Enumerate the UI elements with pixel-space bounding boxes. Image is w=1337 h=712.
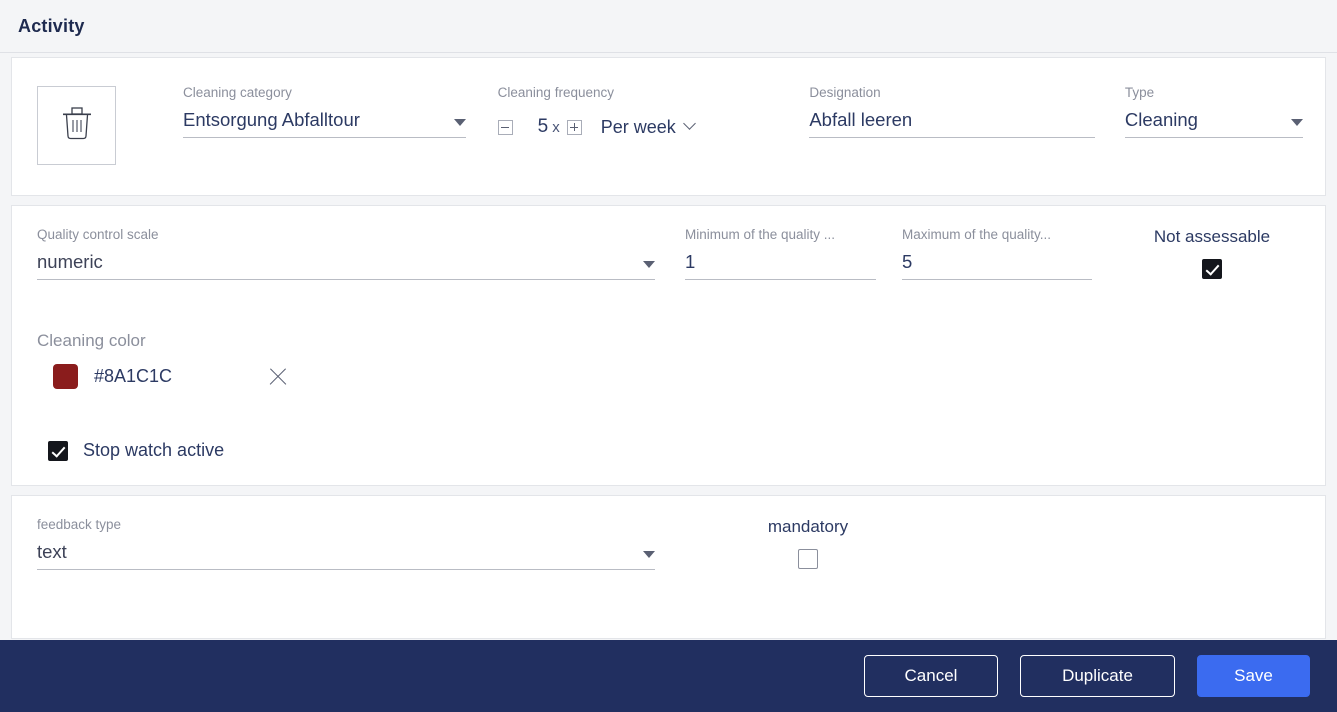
cleaning-category-value: Entsorgung Abfalltour — [183, 109, 360, 130]
quality-row: Quality control scale numeric Minimum of… — [37, 227, 1303, 280]
form-content: Cleaning category Entsorgung Abfalltour … — [0, 53, 1337, 640]
type-field[interactable]: Type Cleaning — [1124, 85, 1303, 138]
activity-thumbnail[interactable] — [37, 86, 116, 165]
mandatory-label: mandatory — [767, 517, 849, 536]
type-value: Cleaning — [1124, 109, 1198, 130]
cancel-button[interactable]: Cancel — [864, 655, 998, 697]
identity-card: Cleaning category Entsorgung Abfalltour … — [11, 57, 1326, 196]
feedback-type-field[interactable]: feedback type text — [37, 517, 655, 570]
cleaning-frequency-field: Cleaning frequency 5 x Per week — [497, 85, 810, 142]
stop-watch-checkbox[interactable] — [48, 440, 68, 461]
duplicate-button[interactable]: Duplicate — [1020, 655, 1175, 697]
mandatory-checkbox[interactable] — [798, 549, 818, 569]
cleaning-category-field[interactable]: Cleaning category Entsorgung Abfalltour — [183, 85, 466, 138]
plus-icon[interactable] — [566, 119, 582, 135]
cleaning-color-row: #8A1C1C — [37, 364, 1303, 389]
maximum-quality-field[interactable]: Maximum of the quality... 5 — [902, 227, 1092, 280]
not-assessable-group: Not assessable — [1137, 227, 1287, 279]
cleaning-frequency-label: Cleaning frequency — [497, 85, 614, 100]
minus-icon[interactable] — [497, 119, 513, 135]
not-assessable-checkbox[interactable] — [1202, 259, 1222, 279]
cleaning-color-value: #8A1C1C — [94, 366, 173, 386]
chevron-down-icon — [682, 117, 696, 130]
maximum-quality-value[interactable]: 5 — [902, 250, 912, 274]
page-header: Activity — [0, 0, 1337, 53]
frequency-stepper: 5 x Per week — [497, 112, 810, 142]
cleaning-color-section: Cleaning color #8A1C1C — [37, 331, 1303, 389]
quality-card: Quality control scale numeric Minimum of… — [11, 205, 1326, 486]
stop-watch-group: Stop watch active — [37, 440, 1303, 461]
quality-control-scale-label: Quality control scale — [37, 227, 159, 242]
close-x-icon[interactable] — [267, 366, 289, 388]
color-swatch[interactable] — [53, 364, 78, 389]
type-label: Type — [1124, 85, 1155, 100]
cleaning-color-label: Cleaning color — [37, 331, 146, 350]
feedback-type-label: feedback type — [37, 517, 122, 532]
minimum-quality-value[interactable]: 1 — [685, 250, 695, 274]
cleaning-category-label: Cleaning category — [183, 85, 292, 100]
feedback-type-value: text — [37, 541, 67, 562]
not-assessable-label: Not assessable — [1153, 227, 1271, 246]
designation-field[interactable]: Designation Abfall leeren — [809, 85, 1095, 138]
chevron-down-icon[interactable] — [453, 119, 466, 126]
quality-control-scale-field[interactable]: Quality control scale numeric — [37, 227, 655, 280]
quality-control-scale-value: numeric — [37, 251, 103, 272]
trash-bin-icon — [59, 104, 95, 147]
mandatory-group: mandatory — [733, 517, 883, 569]
frequency-times-suffix: x — [552, 118, 560, 136]
feedback-card: feedback type text mandatory — [11, 495, 1326, 639]
minimum-quality-field[interactable]: Minimum of the quality ... 1 — [685, 227, 876, 280]
maximum-quality-label: Maximum of the quality... — [902, 227, 1052, 242]
save-button[interactable]: Save — [1197, 655, 1310, 697]
minimum-quality-label: Minimum of the quality ... — [685, 227, 836, 242]
designation-value[interactable]: Abfall leeren — [809, 108, 912, 132]
stop-watch-label: Stop watch active — [83, 440, 225, 460]
frequency-unit-value: Per week — [600, 116, 676, 137]
chevron-down-icon[interactable] — [1291, 119, 1303, 126]
chevron-down-icon[interactable] — [643, 261, 655, 268]
chevron-down-icon[interactable] — [643, 551, 655, 558]
designation-label: Designation — [809, 85, 881, 100]
page-title: Activity — [18, 15, 85, 36]
frequency-count: 5 — [537, 116, 549, 137]
action-footer: Cancel Duplicate Save — [0, 640, 1337, 712]
frequency-unit-select[interactable]: Per week — [600, 116, 696, 138]
